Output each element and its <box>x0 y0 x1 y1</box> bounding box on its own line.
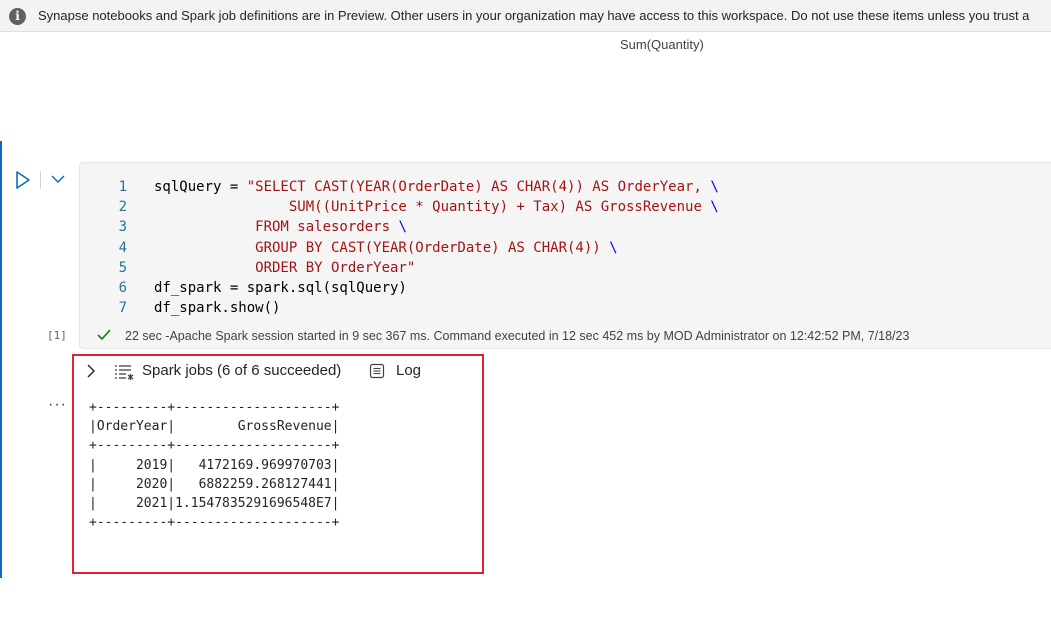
code-text: df_spark = spark.sql(sqlQuery) <box>127 278 407 298</box>
line-number: 7 <box>118 300 127 317</box>
preview-banner: i Synapse notebooks and Spark job defini… <box>0 0 1051 32</box>
code-text: SUM((UnitPrice * Quantity) + Tax) AS Gro… <box>127 197 719 217</box>
code-line[interactable]: 7 df_spark.show() <box>80 298 719 318</box>
code-text: df_spark.show() <box>127 298 280 318</box>
line-number: 5 <box>118 259 127 276</box>
code-token: \ <box>710 179 719 195</box>
output-table-line: +---------+--------------------+ <box>89 438 340 454</box>
execution-status-text: 22 sec -Apache Spark session started in … <box>125 329 910 343</box>
preview-banner-text: Synapse notebooks and Spark job definiti… <box>38 8 1030 23</box>
output-table-line: |OrderYear| GrossRevenue| <box>89 419 340 435</box>
code-editor[interactable]: 1 sqlQuery = "SELECT CAST(YEAR(OrderDate)… <box>79 162 1051 349</box>
check-icon <box>97 329 111 341</box>
line-number: 3 <box>118 219 127 236</box>
code-line[interactable]: 4 GROUP BY CAST(YEAR(OrderDate) AS CHAR(… <box>80 238 719 258</box>
code-token: \ <box>710 199 719 216</box>
previous-output-label: Sum(Quantity) <box>620 37 704 52</box>
list-icon <box>115 365 134 380</box>
toolbar-divider <box>40 171 41 189</box>
active-cell-indicator <box>0 141 2 578</box>
code-token: \ <box>609 239 618 256</box>
code-token: SUM((UnitPrice * Quantity) + Tax) AS Gro… <box>154 199 711 216</box>
code-text: FROM salesorders \ <box>127 217 407 237</box>
code-token: GROUP BY CAST(YEAR(OrderDate) AS CHAR(4)… <box>154 239 610 256</box>
code-lines: 1 sqlQuery = "SELECT CAST(YEAR(OrderDate)… <box>80 177 719 318</box>
line-number: 1 <box>118 179 127 195</box>
output-table-line: +---------+--------------------+ <box>89 515 340 531</box>
spark-jobs-toggle[interactable]: Spark jobs (6 of 6 succeeded) <box>142 362 341 379</box>
code-token: "SELECT CAST(YEAR(OrderDate) AS CHAR(4))… <box>246 179 711 195</box>
output-table-line: | 2019| 4172169.969970703| <box>89 457 340 473</box>
code-token: sqlQuery = <box>154 179 247 195</box>
more-options-button[interactable]: ··· <box>48 396 67 414</box>
code-line[interactable]: 3 FROM salesorders \ <box>80 217 719 237</box>
output-table-line: | 2020| 6882259.268127441| <box>89 476 340 492</box>
code-line[interactable]: 2 SUM((UnitPrice * Quantity) + Tax) AS G… <box>80 197 719 217</box>
code-token: \ <box>398 219 407 236</box>
code-token: df_spark.show() <box>154 300 281 317</box>
line-number: 2 <box>118 199 127 216</box>
chevron-right-icon[interactable] <box>86 363 96 379</box>
line-number: 6 <box>118 279 127 296</box>
output-table-line: +---------+--------------------+ <box>89 400 340 415</box>
code-token: df_spark = spark.sql(sqlQuery) <box>154 279 407 296</box>
code-token: ORDER BY OrderYear" <box>154 259 416 276</box>
info-icon: i <box>9 8 26 25</box>
code-text: sqlQuery = "SELECT CAST(YEAR(OrderDate) … <box>127 177 719 197</box>
dataframe-output: +---------+--------------------+ |OrderYe… <box>89 398 339 532</box>
output-table-line: | 2021|1.1547835291696548E7| <box>89 496 340 512</box>
code-line[interactable]: 1 sqlQuery = "SELECT CAST(YEAR(OrderDate)… <box>80 177 719 197</box>
code-text: GROUP BY CAST(YEAR(OrderDate) AS CHAR(4)… <box>127 238 618 258</box>
document-icon <box>369 363 385 379</box>
play-icon[interactable] <box>14 170 32 190</box>
code-line[interactable]: 6 df_spark = spark.sql(sqlQuery) <box>80 278 719 298</box>
code-line[interactable]: 5 ORDER BY OrderYear" <box>80 258 719 278</box>
code-token: FROM salesorders <box>154 219 399 236</box>
code-text: ORDER BY OrderYear" <box>127 258 415 278</box>
line-number: 4 <box>118 239 127 256</box>
log-button[interactable]: Log <box>396 362 421 379</box>
chevron-down-icon[interactable] <box>49 170 67 188</box>
execution-count: [1] <box>47 329 67 342</box>
